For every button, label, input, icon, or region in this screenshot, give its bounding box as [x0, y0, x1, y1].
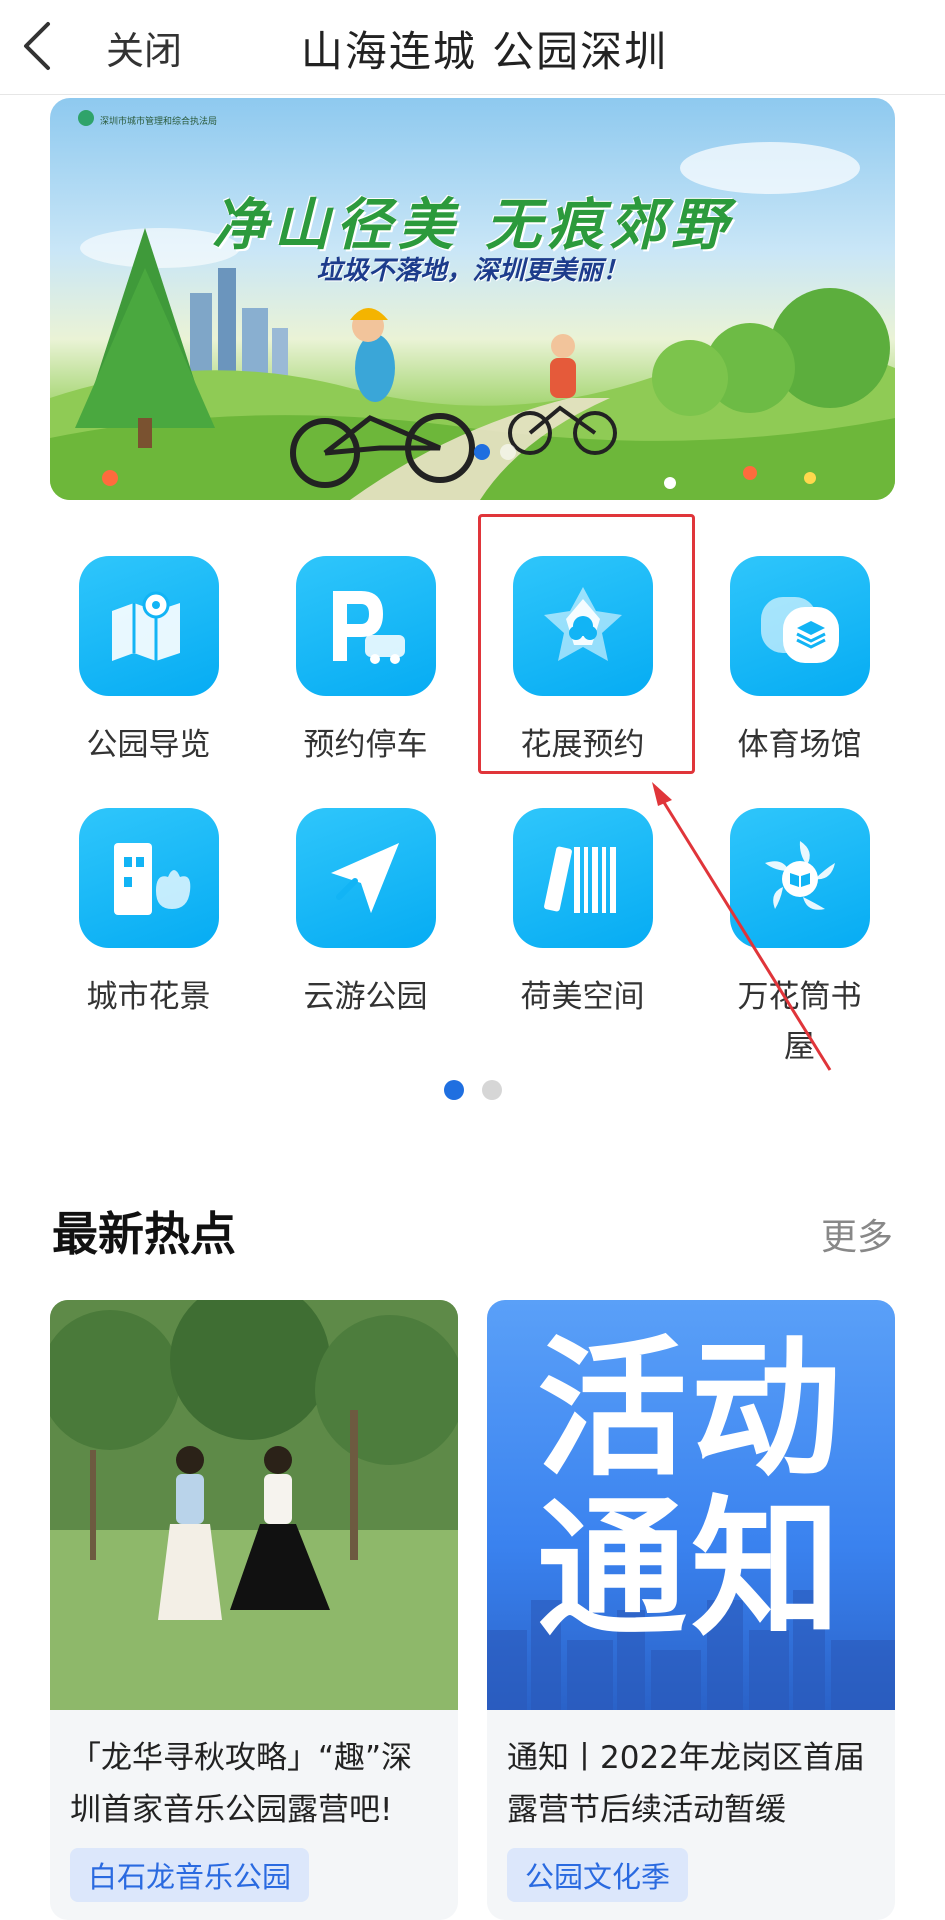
grid-item-parking[interactable]: 预约停车 — [257, 556, 474, 770]
news-poster: 活动 通知 — [487, 1300, 895, 1710]
building-flower-icon — [113, 843, 190, 915]
news-caption: 「龙华寻秋攻略」“趣”深圳首家音乐公园露营吧! — [70, 1740, 413, 1828]
news-tag[interactable]: 白石龙音乐公园 — [70, 1848, 310, 1902]
map-pin-icon — [111, 591, 180, 661]
more-link[interactable]: 更多 — [821, 1208, 893, 1260]
news-photo — [50, 1300, 458, 1710]
red-arrow-icon — [652, 782, 832, 1071]
stadium-layers-icon — [760, 597, 839, 663]
grid-label: 云游公园 — [303, 979, 428, 1015]
grid-label: 预约停车 — [303, 727, 428, 763]
news-tag[interactable]: 公园文化季 — [507, 1848, 689, 1902]
org-logo-icon — [78, 110, 94, 126]
highlight-box — [478, 514, 695, 774]
tile[interactable] — [78, 556, 219, 696]
grid-item-stadium[interactable]: 体育场馆 — [691, 556, 908, 770]
grid-label: 公园导览 — [86, 727, 211, 763]
banner-title: 净山径美 无痕郊野 — [211, 192, 734, 258]
books-icon — [543, 846, 616, 913]
grid-item-cloud-tour[interactable]: 云游公园 — [257, 808, 474, 1022]
tile[interactable] — [295, 808, 436, 948]
paper-plane-icon — [330, 843, 399, 913]
banner-page-dot-active[interactable] — [474, 444, 490, 460]
news-caption: 通知丨2022年龙岗区首届露营节后续活动暂缓 — [507, 1740, 865, 1828]
promo-banner[interactable]: 深圳市城市管理和综合执法局 净山径美 无痕郊野 垃圾不落地，深圳更美丽！ — [50, 98, 895, 500]
tile[interactable] — [78, 808, 219, 948]
page-title: 山海连城 公园深圳 — [300, 27, 669, 76]
tile[interactable] — [512, 808, 653, 948]
parking-car-icon — [332, 591, 405, 664]
poster-line-1: 活动 — [536, 1323, 845, 1497]
top-bar: 关闭 山海连城 公园深圳 — [0, 0, 945, 95]
grid-label: 体育场馆 — [737, 727, 862, 763]
poster-line-2: 通知 — [536, 1483, 845, 1657]
news-card[interactable]: 活动 通知 通知丨2022年龙岗区首届露营节后续活动暂缓 公园文化季 — [487, 1300, 895, 1920]
grid-item-city-flowers[interactable]: 城市花景 — [40, 808, 257, 1022]
grid-page-dot[interactable] — [482, 1080, 502, 1100]
banner-subtitle: 垃圾不落地，深圳更美丽！ — [316, 256, 629, 286]
banner-org: 深圳市城市管理和综合执法局 — [100, 117, 218, 127]
news-card[interactable]: 「龙华寻秋攻略」“趣”深圳首家音乐公园露营吧! 白石龙音乐公园 — [50, 1300, 458, 1920]
grid-pagination — [0, 1080, 945, 1100]
banner-illustration — [50, 142, 895, 500]
banner-page-dot[interactable] — [500, 444, 516, 460]
grid-label: 城市花景 — [86, 979, 211, 1015]
tile[interactable] — [729, 556, 870, 696]
tile[interactable] — [295, 556, 436, 696]
grid-page-dot-active[interactable] — [444, 1080, 464, 1100]
section-title: 最新热点 — [52, 1207, 236, 1261]
grid-item-park-guide[interactable]: 公园导览 — [40, 556, 257, 770]
